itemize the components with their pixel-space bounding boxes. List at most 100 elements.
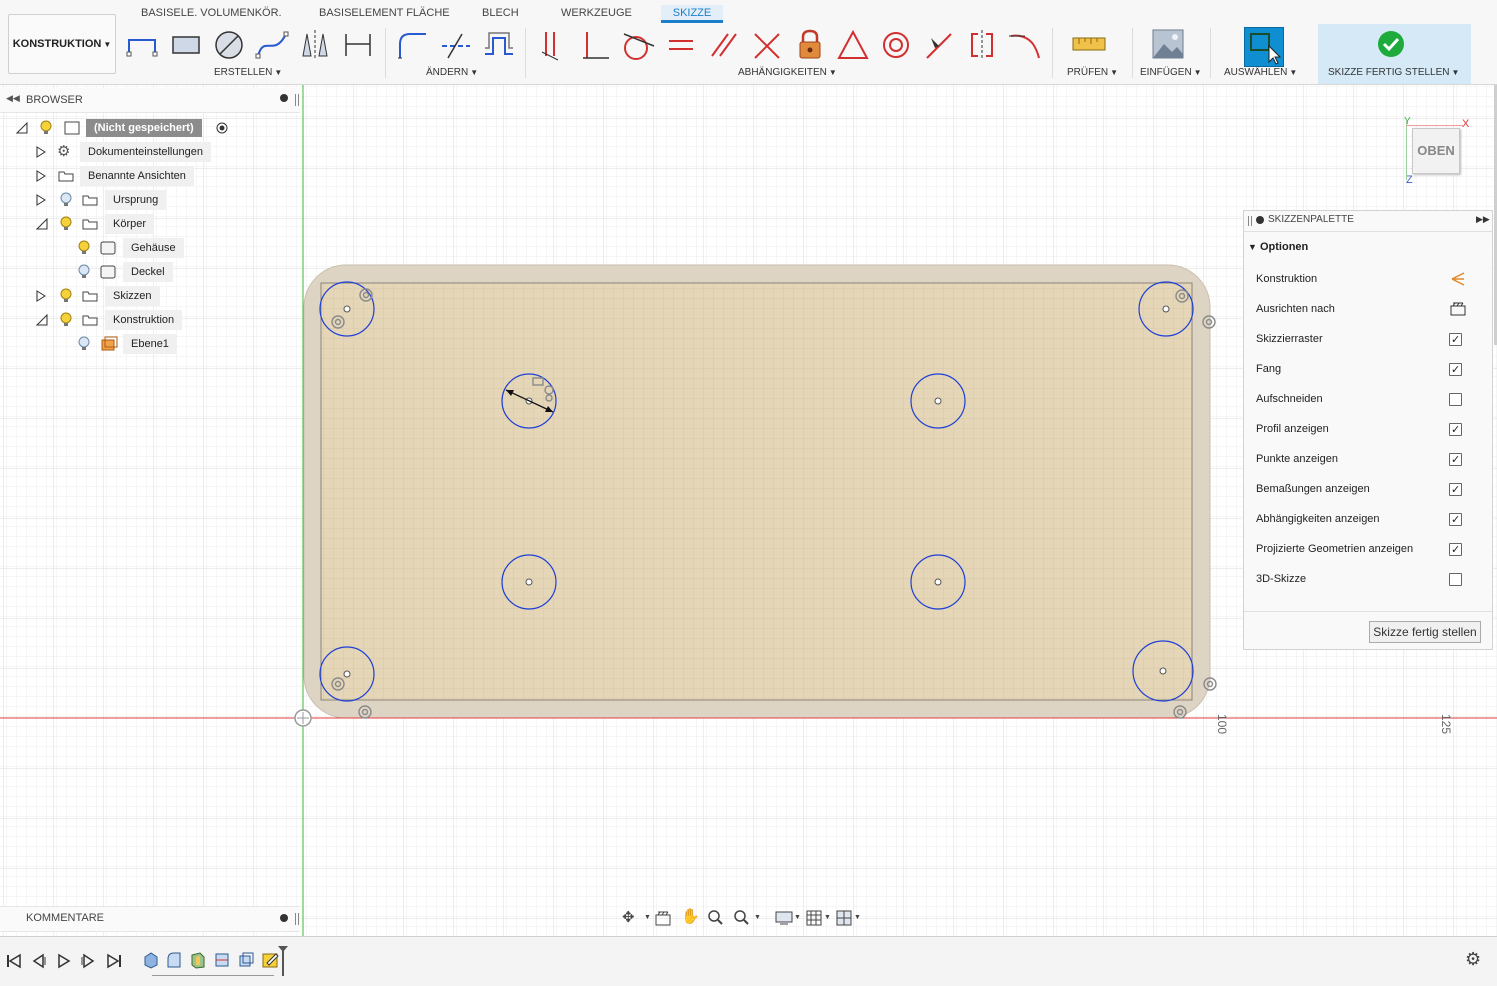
sketch-grid-checkbox[interactable]	[1449, 325, 1462, 355]
inspect-menu[interactable]: PRÜFEN ▼	[1067, 67, 1118, 78]
show-dimensions-checkbox[interactable]	[1449, 475, 1462, 505]
panel-grip-icon[interactable]	[295, 94, 299, 106]
tree-item-plane1[interactable]: Ebene1	[0, 334, 300, 354]
expand-open-icon[interactable]	[16, 122, 28, 134]
visibility-bulb-off-icon[interactable]	[60, 192, 72, 208]
tree-item-body-lid[interactable]: Deckel	[0, 262, 300, 282]
active-radio-icon[interactable]	[216, 122, 228, 134]
tree-item-origin[interactable]: Ursprung	[0, 190, 300, 210]
show-points-checkbox[interactable]	[1449, 445, 1462, 475]
viewports-icon[interactable]	[836, 910, 852, 926]
panel-grip-icon[interactable]	[295, 913, 299, 925]
center-point[interactable]	[1159, 667, 1167, 675]
go-to-end-icon[interactable]	[106, 953, 122, 969]
select-button[interactable]	[1244, 27, 1284, 67]
insert-menu[interactable]: EINFÜGEN ▼	[1140, 67, 1202, 78]
center-point[interactable]	[525, 578, 533, 586]
spline-tool-icon[interactable]	[254, 26, 290, 64]
tree-item-document-settings[interactable]: ⚙ Dokumenteinstellungen	[0, 142, 300, 162]
rectangle-tool-icon[interactable]	[168, 26, 204, 64]
collapse-icon[interactable]: ◀◀	[6, 93, 20, 104]
trim-tool-icon[interactable]	[438, 26, 474, 64]
center-point[interactable]	[343, 670, 351, 678]
tree-root[interactable]: (Nicht gespeichert)	[0, 118, 300, 138]
minimize-icon[interactable]	[280, 94, 288, 102]
tree-item-sketches[interactable]: Skizzen	[0, 286, 300, 306]
look-at-icon[interactable]	[655, 910, 671, 926]
chevron-down-icon[interactable]: ▼	[644, 914, 651, 921]
modify-menu[interactable]: ÄNDERN ▼	[426, 67, 478, 78]
fillet-tool-icon[interactable]	[394, 26, 430, 64]
orbit-icon[interactable]: ✥	[622, 908, 635, 926]
step-back-icon[interactable]	[31, 953, 47, 969]
mirror-tool-icon[interactable]	[297, 26, 333, 64]
tab-solid[interactable]: BASISELE. VOLUMENKÖR.	[137, 5, 286, 21]
tab-sheet-metal[interactable]: BLECH	[478, 5, 523, 21]
timeline-feature-split-icon[interactable]	[214, 951, 230, 969]
minimize-icon[interactable]	[1256, 216, 1264, 224]
workspace-dropdown[interactable]: KONSTRUKTION ▼	[8, 14, 116, 74]
expand-open-icon[interactable]	[36, 218, 48, 230]
tangent-constraint-icon[interactable]	[620, 26, 656, 64]
timeline-feature-extrude-icon[interactable]	[143, 951, 159, 969]
timeline-feature-shell-icon[interactable]	[190, 951, 206, 969]
look-at-icon[interactable]	[1450, 302, 1466, 316]
show-profile-checkbox[interactable]	[1449, 415, 1462, 445]
step-forward-icon[interactable]	[80, 953, 96, 969]
tab-surface[interactable]: BASISELEMENT FLÄCHE	[315, 5, 454, 21]
go-to-start-icon[interactable]	[6, 953, 22, 969]
chevron-down-icon[interactable]: ▼	[824, 914, 831, 921]
chevron-down-icon[interactable]: ▼	[854, 914, 861, 921]
offset-tool-icon[interactable]	[481, 26, 517, 64]
visibility-bulb-icon[interactable]	[60, 216, 72, 232]
symmetry-constraint-icon[interactable]	[964, 26, 1000, 64]
construction-icon[interactable]	[1450, 272, 1466, 286]
panel-grip-icon[interactable]	[1248, 216, 1252, 226]
center-point[interactable]	[1162, 305, 1170, 313]
visibility-bulb-icon[interactable]	[60, 312, 72, 328]
tab-tools[interactable]: WERKZEUGE	[557, 5, 636, 21]
center-point[interactable]	[343, 305, 351, 313]
tree-item-body-housing[interactable]: Gehäuse	[0, 238, 300, 258]
expand-closed-icon[interactable]	[36, 146, 46, 158]
tree-item-construction[interactable]: Konstruktion	[0, 310, 300, 330]
timeline-marker[interactable]	[277, 945, 289, 977]
concentric-constraint-icon[interactable]	[878, 26, 914, 64]
projected-geometry-checkbox[interactable]	[1449, 535, 1462, 565]
center-point[interactable]	[934, 578, 942, 586]
tree-item-bodies[interactable]: Körper	[0, 214, 300, 234]
expand-closed-icon[interactable]	[36, 170, 46, 182]
expand-closed-icon[interactable]	[36, 290, 46, 302]
pan-hand-icon[interactable]: ✋	[681, 907, 700, 925]
zoom-icon[interactable]	[707, 909, 723, 925]
slice-checkbox[interactable]	[1449, 393, 1462, 406]
options-section[interactable]: ▼ Optionen	[1248, 241, 1308, 253]
play-icon[interactable]	[56, 953, 72, 969]
add-comment-icon[interactable]	[280, 914, 288, 922]
triangle-constraint-icon[interactable]	[835, 26, 871, 64]
line-tool-icon[interactable]	[125, 26, 161, 64]
select-menu[interactable]: AUSWÄHLEN ▼	[1224, 67, 1297, 78]
zoom-window-icon[interactable]	[733, 909, 749, 925]
tree-item-named-views[interactable]: Benannte Ansichten	[0, 166, 300, 186]
expand-closed-icon[interactable]	[36, 194, 46, 206]
equal-constraint-icon[interactable]	[663, 26, 699, 64]
perpendicular-constraint-icon[interactable]	[577, 26, 613, 64]
center-point[interactable]	[934, 397, 942, 405]
visibility-bulb-icon[interactable]	[60, 288, 72, 304]
viewcube-face-top[interactable]: OBEN	[1412, 128, 1460, 174]
expand-open-icon[interactable]	[36, 314, 48, 326]
finish-sketch-palette-button[interactable]: Skizze fertig stellen	[1369, 621, 1481, 643]
visibility-bulb-off-icon[interactable]	[78, 336, 90, 352]
curvature-constraint-icon[interactable]	[1007, 26, 1043, 64]
perpendicular-cross-icon[interactable]	[749, 26, 785, 64]
insert-image-icon[interactable]	[1150, 26, 1186, 64]
viewcube[interactable]: Y X Z OBEN	[1396, 112, 1476, 192]
show-constraints-checkbox[interactable]	[1449, 505, 1462, 535]
chevron-down-icon[interactable]: ▼	[794, 914, 801, 921]
expand-right-icon[interactable]: ▶▶	[1476, 214, 1490, 225]
coincident-constraint-icon[interactable]	[534, 26, 570, 64]
3d-sketch-checkbox[interactable]	[1449, 573, 1462, 586]
finish-sketch-button[interactable]: SKIZZE FERTIG STELLEN ▼	[1318, 24, 1471, 84]
visibility-bulb-off-icon[interactable]	[78, 264, 90, 280]
